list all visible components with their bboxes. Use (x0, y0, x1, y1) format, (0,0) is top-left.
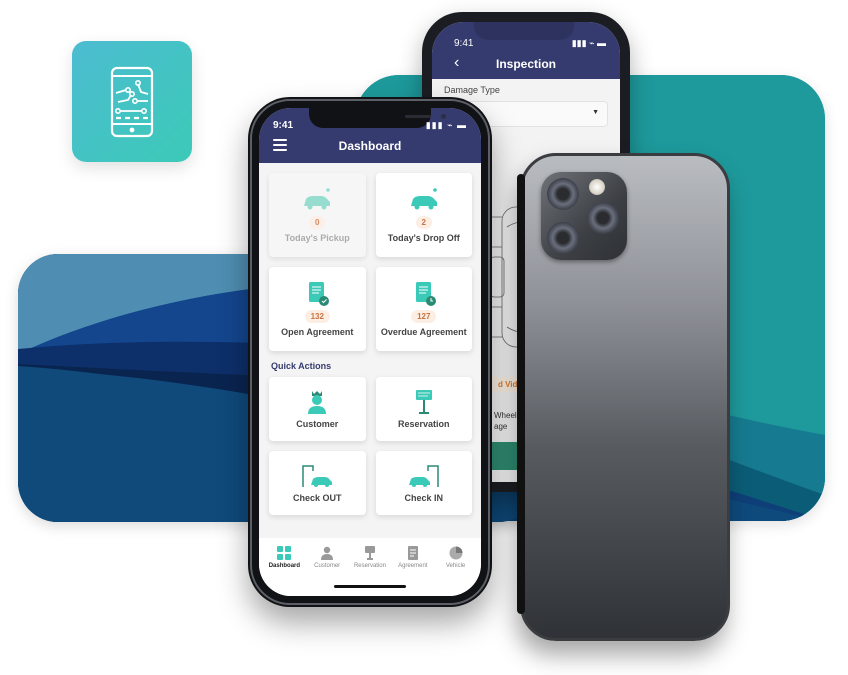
wheel-damage-label: Wheel age (494, 410, 517, 432)
document-check-icon (309, 282, 330, 306)
quick-action-label: Reservation (397, 419, 450, 429)
quick-actions-heading: Quick Actions (271, 361, 332, 371)
stats-grid: 0 Today's Pickup 2 Today's Drop Off 132 … (259, 163, 481, 351)
sign-icon (364, 546, 375, 560)
camera-module (541, 172, 627, 260)
document-icon (407, 546, 418, 560)
wheel-label-line2: age (494, 422, 508, 431)
caret-down-icon: ▼ (592, 109, 599, 116)
reservation-sign-icon (415, 390, 432, 414)
camera-lens (547, 222, 579, 254)
stat-card-open-agreement[interactable]: 132 Open Agreement (269, 267, 366, 351)
pie-icon (449, 546, 463, 560)
tab-label: Agreement (398, 563, 428, 569)
inspection-header: 9:41 ▮▮▮ ⌁ ▬ ‹ Inspection (432, 22, 620, 79)
stat-count: 0 (309, 216, 326, 229)
car-location-icon (410, 188, 437, 210)
wheel-label-line1: Wheel (494, 411, 517, 420)
tab-label: Vehicle (445, 563, 466, 569)
grid-icon (277, 546, 292, 560)
stat-label: Today's Drop Off (387, 233, 460, 243)
status-time: 9:41 (454, 38, 474, 49)
car-gate-out-icon (302, 465, 333, 487)
tab-reservation[interactable]: Reservation (350, 546, 390, 569)
tab-dashboard[interactable]: Dashboard (264, 546, 304, 569)
inspection-title: Inspection (495, 57, 556, 71)
quick-action-customer[interactable]: Customer (269, 377, 366, 441)
stat-card-todays-pickup[interactable]: 0 Today's Pickup (269, 173, 366, 257)
notch (309, 108, 446, 128)
tab-label: Dashboard (268, 563, 301, 569)
tab-label: Customer (314, 563, 341, 569)
app-icon-tile (72, 41, 192, 162)
customer-crown-icon (308, 391, 327, 414)
dashboard-screen: 9:41 ▮▮▮ ⌁ ▬ Dashboard 0 Today's Pickup (259, 108, 481, 596)
document-clock-icon (415, 282, 436, 306)
phone-side-rim (517, 174, 525, 614)
camera-flash (589, 179, 605, 195)
tab-label: Reservation (353, 563, 386, 569)
stat-label: Open Agreement (281, 327, 354, 337)
person-icon (321, 546, 334, 560)
quick-action-label: Check OUT (292, 493, 342, 503)
stat-label: Overdue Agreement (380, 327, 467, 337)
bottom-tab-bar: Dashboard Customer Reservation Agreement (259, 538, 481, 596)
stat-count: 2 (415, 216, 432, 229)
quick-action-label: Check IN (404, 493, 443, 503)
stat-card-todays-drop-off[interactable]: 2 Today's Drop Off (375, 173, 472, 257)
tab-agreement[interactable]: Agreement (393, 546, 433, 569)
damage-type-label: Damage Type (444, 85, 500, 95)
stat-count: 132 (304, 310, 330, 323)
mobile-circuit-icon (110, 66, 154, 137)
front-camera (441, 114, 446, 119)
notch (474, 22, 574, 40)
tab-customer[interactable]: Customer (307, 546, 347, 569)
stat-label: Today's Pickup (284, 233, 350, 243)
status-time: 9:41 (273, 120, 294, 131)
camera-lens (547, 178, 579, 210)
quick-actions-grid: Customer Reservation Check OUT Check IN (259, 377, 481, 515)
dashboard-header: 9:41 ▮▮▮ ⌁ ▬ Dashboard (259, 108, 481, 163)
car-location-icon (304, 188, 331, 210)
stat-card-overdue-agreement[interactable]: 127 Overdue Agreement (375, 267, 472, 351)
home-indicator (334, 585, 406, 588)
quick-action-check-out[interactable]: Check OUT (269, 451, 366, 515)
stat-count: 127 (411, 310, 437, 323)
quick-action-label: Customer (296, 419, 339, 429)
dashboard-title: Dashboard (338, 139, 402, 153)
speaker (405, 115, 431, 118)
quick-action-check-in[interactable]: Check IN (375, 451, 472, 515)
camera-lens (587, 202, 619, 234)
quick-action-reservation[interactable]: Reservation (375, 377, 472, 441)
tab-vehicle[interactable]: Vehicle (436, 546, 476, 569)
phone-back (517, 153, 730, 641)
status-icons: ▮▮▮ ⌁ ▬ (425, 120, 467, 130)
car-gate-in-icon (408, 465, 439, 487)
dashboard-phone: 9:41 ▮▮▮ ⌁ ▬ Dashboard 0 Today's Pickup (248, 97, 492, 607)
status-icons: ▮▮▮ ⌁ ▬ (571, 38, 606, 48)
